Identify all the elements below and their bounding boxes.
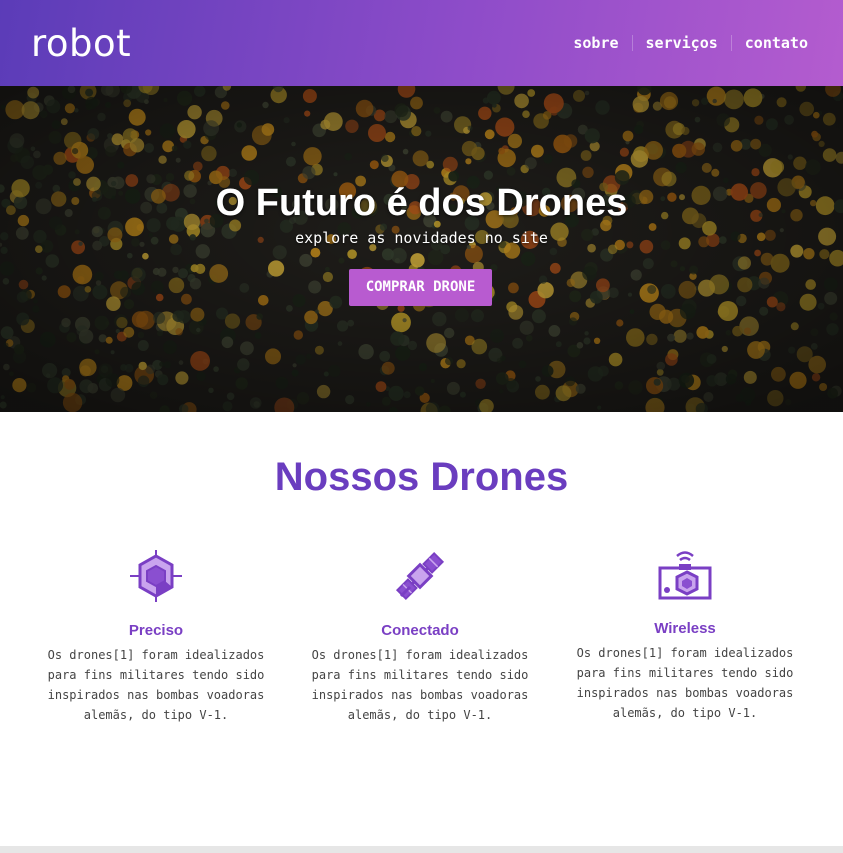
hero-title: O Futuro é dos Drones [215, 182, 628, 224]
nav-link-sobre[interactable]: sobre [560, 33, 631, 53]
feature-card-conectado: Conectado Os drones[1] foram idealizados… [305, 548, 535, 725]
feature-title: Wireless [654, 620, 716, 637]
feature-card-preciso: Preciso Os drones[1] foram idealizados p… [41, 548, 271, 725]
hero-subtitle: explore as novidades no site [295, 229, 548, 247]
site-header: robot sobre serviços contato [0, 0, 843, 86]
nav-link-contato[interactable]: contato [732, 33, 808, 53]
buy-drone-button[interactable]: COMPRAR DRONE [349, 269, 492, 306]
precision-target-icon [130, 550, 182, 602]
feature-description: Os drones[1] foram idealizados para fins… [576, 646, 794, 720]
feature-description: Os drones[1] foram idealizados para fins… [311, 648, 529, 722]
feature-title: Conectado [381, 622, 459, 639]
feature-card-wireless: Wireless Os drones[1] foram idealizados … [570, 546, 800, 723]
logo[interactable]: robot [31, 20, 131, 68]
hero-content: O Futuro é dos Drones explore as novidad… [0, 86, 843, 412]
section-title: Nossos Drones [274, 455, 569, 499]
feature-description: Os drones[1] foram idealizados para fins… [47, 648, 265, 722]
hero-banner: O Futuro é dos Drones explore as novidad… [0, 86, 843, 412]
wireless-camera-icon [658, 551, 712, 600]
nav-link-servicos[interactable]: serviços [633, 33, 731, 53]
footer-divider [0, 846, 843, 853]
satellite-icon [395, 551, 445, 601]
feature-title: Preciso [128, 622, 184, 639]
main-nav: sobre serviços contato [560, 33, 808, 53]
